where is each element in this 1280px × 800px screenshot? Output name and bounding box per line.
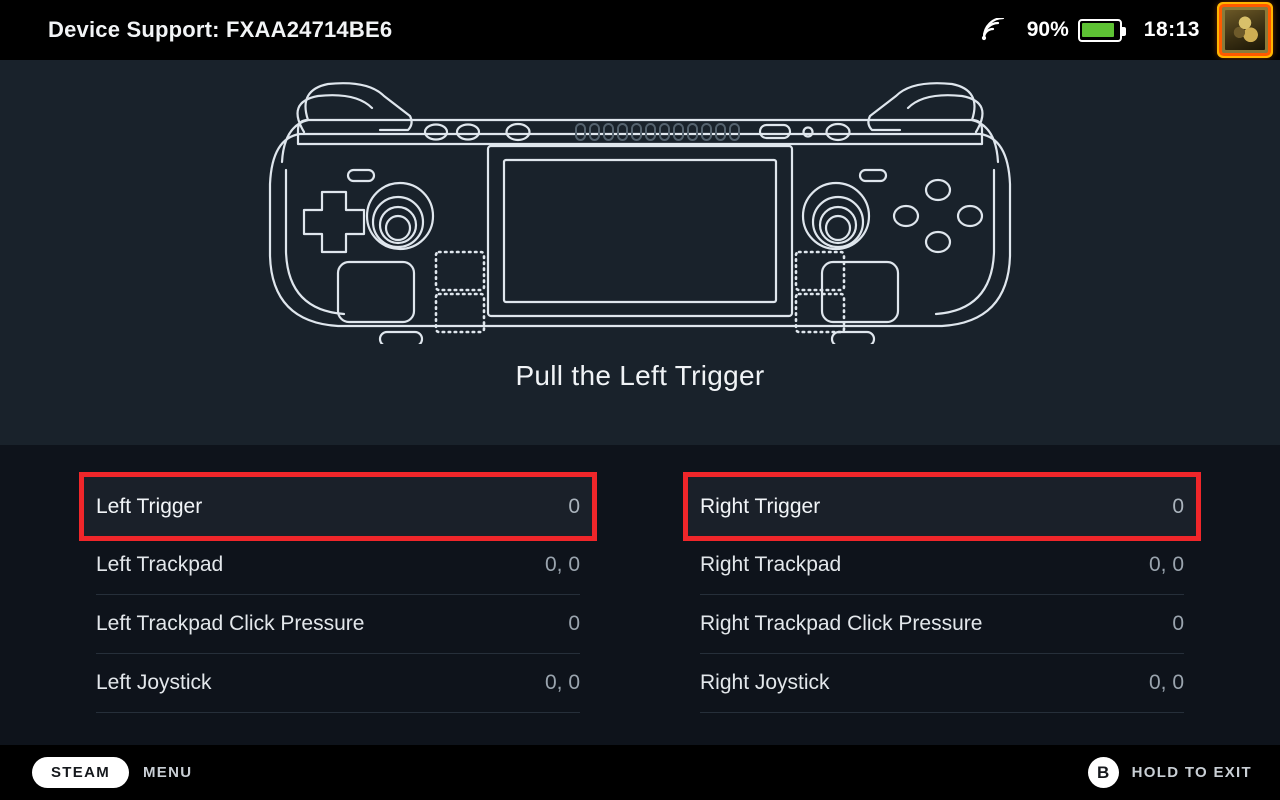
instruction-prompt: Pull the Left Trigger — [515, 360, 765, 391]
device-preview-area: Pull the Left Trigger — [0, 60, 1280, 445]
input-row-value: 0 — [1172, 612, 1184, 635]
input-row: Left Trackpad Click Pressure 0 — [96, 595, 580, 654]
device-support-screen: Device Support: FXAA24714BE6 90% 18:13 P… — [0, 0, 1280, 800]
input-row-value: 0 — [568, 612, 580, 635]
battery-percent: 90% — [1026, 18, 1069, 41]
input-row-value: 0, 0 — [1148, 671, 1184, 694]
input-row: Right Trackpad 0, 0 — [700, 536, 1184, 595]
input-row-label: Left Trigger — [96, 494, 203, 518]
input-row-label: Right Trigger — [700, 494, 821, 518]
input-row: Right Trigger 0 — [683, 472, 1201, 541]
steam-deck-outline-diagram — [268, 82, 1012, 344]
avatar[interactable] — [1222, 7, 1268, 53]
status-bar-right: 90% 18:13 — [979, 7, 1268, 53]
steam-button[interactable]: STEAM — [32, 757, 129, 788]
input-row-label: Right Trackpad Click Pressure — [700, 612, 983, 635]
input-row: Right Trackpad Click Pressure 0 — [700, 595, 1184, 654]
input-row: Left Joystick 0, 0 — [96, 654, 580, 713]
input-row-label: Right Trackpad — [700, 553, 842, 576]
avatar-image — [1225, 10, 1265, 50]
input-row: Left Trigger 0 — [79, 472, 597, 541]
footer-bar: STEAM MENU B HOLD TO EXIT — [0, 745, 1280, 800]
b-button-icon: B — [1087, 757, 1119, 788]
input-row-value: 0 — [1172, 494, 1184, 518]
menu-label[interactable]: MENU — [143, 764, 192, 781]
status-bar: Device Support: FXAA24714BE6 90% 18:13 — [0, 0, 1280, 60]
input-row: Right Joystick 0, 0 — [700, 654, 1184, 713]
input-row-label: Left Trackpad Click Pressure — [96, 612, 365, 635]
input-row-label: Left Trackpad — [96, 553, 224, 576]
wifi-signal-icon — [981, 18, 1004, 41]
footer-right-group[interactable]: B HOLD TO EXIT — [1087, 757, 1252, 788]
right-input-column: Right Trigger 0 Right Trackpad 0, 0 Right Tr… — [683, 472, 1201, 713]
page-title: Device Support: FXAA24714BE6 — [48, 17, 393, 42]
hold-to-exit-label: HOLD TO EXIT — [1131, 764, 1252, 781]
input-row-value: 0, 0 — [544, 671, 580, 694]
input-row: Left Trackpad 0, 0 — [96, 536, 580, 595]
input-row-value: 0 — [568, 494, 580, 518]
battery-indicator: 90% — [1026, 18, 1126, 42]
input-row-label: Left Joystick — [96, 671, 212, 694]
battery-icon — [1077, 18, 1126, 42]
footer-left-group: STEAM MENU — [32, 757, 192, 788]
input-row-value: 0, 0 — [544, 553, 580, 576]
input-readout-panel: Left Trigger 0 Left Trackpad 0, 0 Left Track… — [0, 445, 1280, 745]
left-input-column: Left Trigger 0 Left Trackpad 0, 0 Left Track… — [79, 472, 597, 713]
clock: 18:13 — [1143, 18, 1200, 41]
input-row-value: 0, 0 — [1148, 553, 1184, 576]
input-row-label: Right Joystick — [700, 671, 830, 694]
